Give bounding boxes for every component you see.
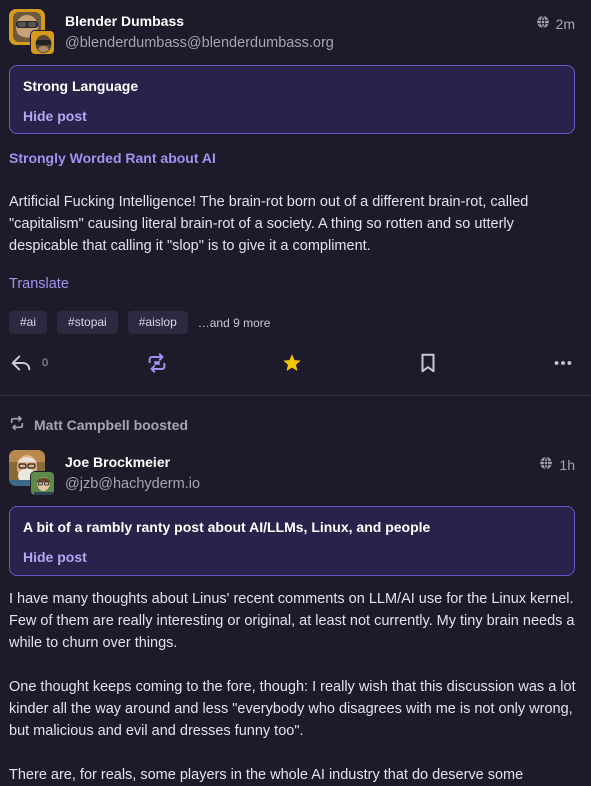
author-display-name[interactable]: Joe Brockmeier [65, 454, 170, 470]
author-handle[interactable]: @jzb@hachyderm.io [65, 476, 200, 492]
boost-icon [9, 415, 25, 434]
bookmark-button[interactable] [418, 351, 438, 375]
globe-icon [539, 456, 553, 473]
content-warning-box: Strong Language Hide post [9, 65, 575, 134]
hide-post-button[interactable]: Hide post [23, 108, 87, 124]
star-icon [281, 352, 303, 374]
post-meta: 1h [539, 456, 575, 473]
post-body-paragraph: There are, for reals, some players in th… [9, 767, 524, 783]
post-timestamp[interactable]: 1h [559, 457, 575, 473]
boosted-by-line[interactable]: Matt Campbell boosted [9, 415, 188, 434]
hashtag-aislop[interactable]: #aislop [127, 311, 188, 334]
reply-button[interactable]: 0 [10, 351, 48, 375]
post-body-paragraph: I have many thoughts about Linus' recent… [9, 591, 575, 651]
booster-avatar [30, 30, 55, 55]
reply-icon [10, 352, 32, 374]
content-warning-box: A bit of a rambly ranty post about AI/LL… [9, 506, 575, 576]
post-body-paragraph: Artificial Fucking Intelligence! The bra… [9, 194, 529, 254]
bookmark-icon [418, 352, 438, 374]
post-meta: 2m [536, 15, 575, 32]
status-post[interactable]: Matt Campbell boosted Joe Brockmeier @jz… [0, 396, 591, 783]
more-icon [553, 352, 573, 374]
author-handle[interactable]: @blenderdumbass@blenderdumbass.org [65, 35, 334, 51]
author-display-name[interactable]: Blender Dumbass [65, 13, 184, 29]
content-warning-text: A bit of a rambly ranty post about AI/LL… [23, 519, 431, 535]
boosted-by-text[interactable]: Matt Campbell boosted [34, 417, 188, 433]
hashtag-bar: #ai #stopai #aislop …and 9 more [9, 311, 270, 334]
hashtag-stopai[interactable]: #stopai [57, 311, 118, 334]
avatar[interactable] [9, 9, 55, 55]
boost-button[interactable] [146, 351, 168, 375]
reply-count: 0 [42, 357, 49, 369]
boost-icon [146, 352, 168, 374]
status-post[interactable]: Blender Dumbass @blenderdumbass@blenderd… [0, 0, 591, 395]
hashtag-ai[interactable]: #ai [9, 311, 48, 334]
favorite-button[interactable] [281, 351, 303, 375]
more-hashtags-button[interactable]: …and 9 more [198, 316, 271, 330]
avatar[interactable] [9, 450, 55, 496]
post-body-paragraph: One thought keeps coming to the fore, th… [9, 679, 576, 739]
hide-post-button[interactable]: Hide post [23, 549, 87, 565]
post-title[interactable]: Strongly Worded Rant about AI [9, 150, 216, 166]
booster-avatar [30, 471, 55, 496]
more-options-button[interactable] [553, 351, 573, 375]
post-timestamp[interactable]: 2m [556, 16, 575, 32]
globe-icon [536, 15, 550, 32]
content-warning-text: Strong Language [23, 78, 139, 94]
translate-button[interactable]: Translate [9, 276, 69, 292]
